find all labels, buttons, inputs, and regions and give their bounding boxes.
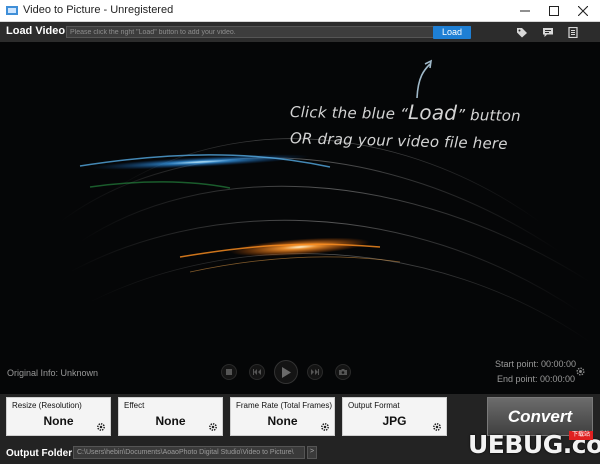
- fast-forward-button[interactable]: [307, 364, 323, 380]
- drop-hint-line1: Click the blue “Load” button: [289, 100, 521, 126]
- play-icon: [281, 366, 291, 378]
- minimize-button[interactable]: [510, 0, 540, 21]
- frame-rate-gear-icon[interactable]: [320, 422, 330, 432]
- output-format-gear-icon[interactable]: [432, 422, 442, 432]
- load-video-bar: Load Video: Load: [0, 22, 600, 42]
- maximize-icon: [549, 5, 559, 16]
- effect-label: Effect: [124, 401, 145, 410]
- minimize-icon: [520, 10, 530, 11]
- video-drop-area[interactable]: Click the blue “Load” button OR drag you…: [0, 42, 600, 394]
- play-button[interactable]: [274, 360, 298, 384]
- output-folder-field[interactable]: C:\Users\hebin\Documents\AoaoPhoto Digit…: [73, 446, 305, 459]
- resize-label: Resize (Resolution): [12, 401, 82, 410]
- camera-icon: [339, 369, 347, 375]
- browse-folder-button[interactable]: >: [307, 446, 317, 459]
- snapshot-button[interactable]: [335, 364, 351, 380]
- effect-option[interactable]: Effect None: [118, 397, 223, 436]
- effect-value: None: [155, 414, 186, 428]
- site-watermark: UEBUG.com 下载站: [452, 430, 600, 464]
- maximize-button[interactable]: [539, 0, 569, 21]
- window-title: Video to Picture - Unregistered: [23, 4, 174, 16]
- close-button[interactable]: [568, 0, 598, 21]
- tag-icon[interactable]: [516, 27, 528, 38]
- frame-rate-option[interactable]: Frame Rate (Total Frames) None: [230, 397, 335, 436]
- light-streaks-graphic: [59, 59, 591, 343]
- frame-rate-label: Frame Rate (Total Frames): [236, 401, 333, 410]
- app-icon: [6, 6, 18, 15]
- video-path-input[interactable]: [66, 26, 471, 38]
- original-info: Original Info: Unknown: [7, 368, 99, 378]
- start-point: Start point: 00:00:00: [495, 359, 577, 369]
- rewind-button[interactable]: [249, 364, 265, 380]
- watermark-tag: 下载站: [569, 431, 593, 440]
- document-icon[interactable]: [567, 27, 579, 38]
- title-bar: Video to Picture - Unregistered: [0, 0, 600, 22]
- resize-gear-icon[interactable]: [96, 422, 106, 432]
- rewind-icon: [253, 369, 261, 375]
- output-format-value: JPG: [382, 414, 407, 428]
- settings-gear-icon[interactable]: [575, 366, 586, 377]
- close-icon: [578, 5, 588, 16]
- stop-icon: [226, 369, 232, 375]
- effect-gear-icon[interactable]: [208, 422, 218, 432]
- resize-option[interactable]: Resize (Resolution) None: [6, 397, 111, 436]
- resize-value: None: [43, 414, 74, 428]
- output-format-label: Output Format: [348, 401, 400, 410]
- load-button[interactable]: Load: [433, 26, 471, 39]
- frame-rate-value: None: [267, 414, 298, 428]
- comment-icon[interactable]: [542, 27, 554, 38]
- output-folder-label: Output Folder:: [6, 448, 76, 459]
- stop-button[interactable]: [221, 364, 237, 380]
- fast-forward-icon: [311, 369, 319, 375]
- load-video-label: Load Video:: [6, 25, 69, 37]
- end-point: End point: 00:00:00: [497, 374, 576, 384]
- output-format-option[interactable]: Output Format JPG: [342, 397, 447, 436]
